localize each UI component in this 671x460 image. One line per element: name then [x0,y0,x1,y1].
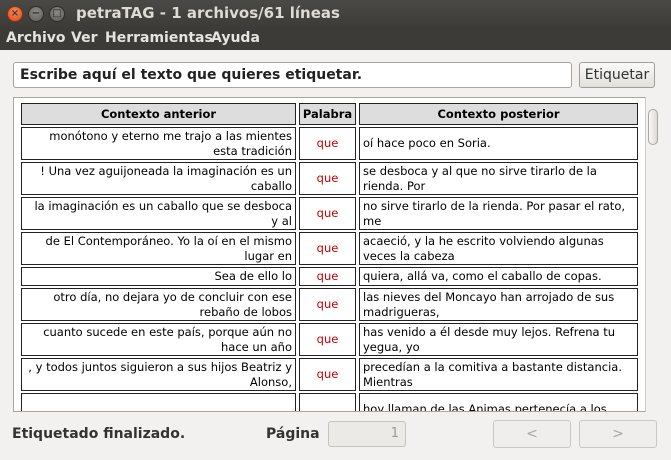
next-context-cell: hoy llaman de las Animas pertenecía a lo… [359,393,638,411]
concordance-table: Contexto anterior Palabra Contexto poste… [18,101,641,411]
table-row[interactable]: otro día, no dejara yo de concluir con e… [21,288,638,321]
next-context-cell: acaeció, y la he escrito volviendo algun… [359,232,638,265]
menu-ayuda[interactable]: Ayuda [211,30,260,46]
next-context-cell: no sirve tirarlo de la rienda. Por pasar… [359,197,638,230]
table-row[interactable]: hoy llaman de las Animas pertenecía a lo… [21,393,638,411]
maximize-window-button[interactable]: □ [49,6,65,22]
previous-page-button[interactable]: < [493,420,571,448]
page-number-field[interactable]: 1 [328,421,406,447]
word-cell: que [299,267,356,286]
word-cell: que [299,127,356,160]
previous-context-cell: la imaginación es un caballo que se desb… [21,197,296,230]
title-bar: × − □ petraTAG - 1 archivos/61 líneas [0,0,671,28]
header-word[interactable]: Palabra [299,103,356,125]
next-context-cell: oí hace poco en Soria. [359,127,638,160]
table-row[interactable]: ! Una vez aguijoneada la imaginación es … [21,162,638,195]
word-cell: que [299,162,356,195]
previous-context-cell [21,393,296,411]
vertical-scrollbar[interactable] [645,97,659,412]
word-cell: que [299,232,356,265]
previous-context-cell: otro día, no dejara yo de concluir con e… [21,288,296,321]
previous-context-cell: monótono y eterno me trajo a las mientes… [21,127,296,160]
close-window-button[interactable]: × [7,6,23,22]
text-input[interactable] [13,62,572,88]
next-context-cell: quiera, allá va, como el caballo de copa… [359,267,638,286]
next-context-cell: precedían a la comitiva a bastante dista… [359,358,638,391]
previous-context-cell: Sea de ello lo [21,267,296,286]
next-context-cell: has venido a él desde muy lejos. Refrena… [359,323,638,356]
table-row[interactable]: cuanto sucede en este país, porque aún n… [21,323,638,356]
next-context-cell: se desboca y al que no sirve tirarlo de … [359,162,638,195]
table-header: Contexto anterior Palabra Contexto poste… [21,103,638,125]
menu-ver[interactable]: Ver [71,30,97,46]
next-page-button[interactable]: > [579,420,657,448]
scrollbar-thumb[interactable] [648,109,658,145]
minimize-window-button[interactable]: − [28,6,44,22]
word-cell: que [299,197,356,230]
tag-button[interactable]: Etiquetar [579,62,655,88]
header-next-context[interactable]: Contexto posterior [359,103,638,125]
header-previous-context[interactable]: Contexto anterior [21,103,296,125]
next-context-cell: las nieves del Moncayo han arrojado de s… [359,288,638,321]
previous-context-cell: cuanto sucede en este país, porque aún n… [21,323,296,356]
table-row[interactable]: , y todos juntos siguieron a sus hijos B… [21,358,638,391]
page-label: Página [266,426,320,442]
menu-archivo[interactable]: Archivo [6,30,66,46]
table-row[interactable]: Sea de ello lo que quiera, allá va, como… [21,267,638,286]
table-row[interactable]: de El Contemporáneo. Yo la oí en el mism… [21,232,638,265]
word-cell: que [299,323,356,356]
status-text: Etiquetado finalizado. [12,426,186,442]
table-row[interactable]: monótono y eterno me trajo a las mientes… [21,127,638,160]
window-title: petraTAG - 1 archivos/61 líneas [76,4,340,22]
menu-bar: Archivo Ver Herramientas Ayuda [0,28,671,50]
word-cell: que [299,358,356,391]
word-cell [299,393,356,411]
menu-herramientas[interactable]: Herramientas [105,30,213,46]
table-row[interactable]: la imaginación es un caballo que se desb… [21,197,638,230]
previous-context-cell: ! Una vez aguijoneada la imaginación es … [21,162,296,195]
previous-context-cell: de El Contemporáneo. Yo la oí en el mism… [21,232,296,265]
word-cell: que [299,288,356,321]
previous-context-cell: , y todos juntos siguieron a sus hijos B… [21,358,296,391]
results-panel: Contexto anterior Palabra Contexto poste… [13,97,659,412]
